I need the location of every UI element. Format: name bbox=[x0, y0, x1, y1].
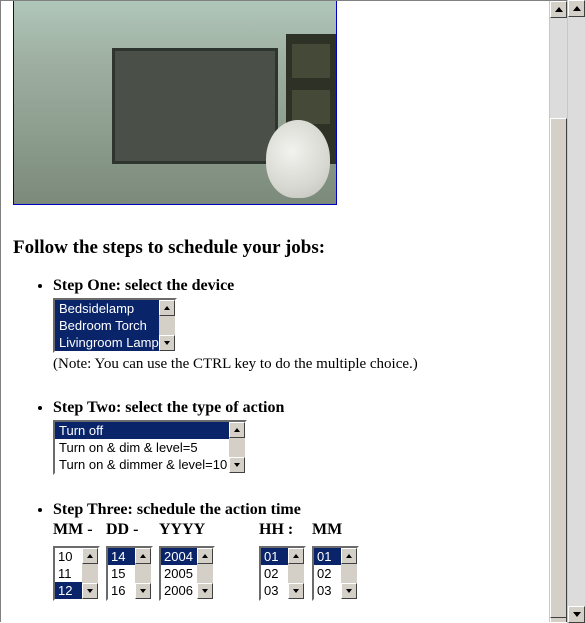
listbox-scrollbar[interactable] bbox=[341, 548, 357, 599]
month-option[interactable]: 11 bbox=[55, 565, 82, 582]
year-header: YYYY bbox=[159, 521, 205, 539]
content-frame: Follow the steps to schedule your jobs: … bbox=[0, 0, 568, 622]
hour-select[interactable]: 01 02 03 bbox=[259, 546, 306, 601]
listbox-scrollbar[interactable] bbox=[159, 300, 175, 351]
scroll-up-icon[interactable] bbox=[197, 548, 213, 564]
scroll-up-icon[interactable] bbox=[288, 548, 304, 564]
hour-option[interactable]: 01 bbox=[261, 548, 288, 565]
action-listbox[interactable]: Turn off Turn on & dim & level=5 Turn on… bbox=[53, 420, 247, 475]
scroll-down-icon[interactable] bbox=[288, 583, 304, 599]
minute-select[interactable]: 01 02 03 bbox=[312, 546, 359, 601]
year-option[interactable]: 2004 bbox=[161, 548, 197, 565]
listbox-scrollbar[interactable] bbox=[82, 548, 98, 599]
step-three-label: Step Three: schedule the action time bbox=[53, 501, 301, 518]
day-select[interactable]: 14 15 16 bbox=[106, 546, 153, 601]
day-option[interactable]: 15 bbox=[108, 565, 135, 582]
month-option[interactable]: 12 bbox=[55, 582, 82, 599]
scroll-down-icon[interactable] bbox=[197, 583, 213, 599]
day-option[interactable]: 14 bbox=[108, 548, 135, 565]
hour-option[interactable]: 02 bbox=[261, 565, 288, 582]
listbox-scrollbar[interactable] bbox=[197, 548, 213, 599]
time-group: HH : 01 02 03 bbox=[259, 521, 359, 601]
step-three: Step Three: schedule the action time MM … bbox=[53, 501, 568, 601]
day-option[interactable]: 16 bbox=[108, 582, 135, 599]
day-header: DD - bbox=[106, 521, 138, 539]
scroll-up-icon[interactable] bbox=[159, 300, 175, 316]
minute-option[interactable]: 02 bbox=[314, 565, 341, 582]
scroll-down-icon[interactable] bbox=[229, 457, 245, 473]
scroll-up-icon[interactable] bbox=[550, 1, 567, 18]
listbox-scrollbar[interactable] bbox=[229, 422, 245, 473]
hour-option[interactable]: 03 bbox=[261, 582, 288, 599]
listbox-scrollbar[interactable] bbox=[135, 548, 151, 599]
scroll-up-icon[interactable] bbox=[568, 0, 585, 17]
step-two-label: Step Two: select the type of action bbox=[53, 399, 284, 416]
month-header: MM - bbox=[53, 521, 93, 539]
webcam-image bbox=[13, 0, 337, 205]
scroll-down-icon[interactable] bbox=[135, 583, 151, 599]
device-option[interactable]: Bedsidelamp bbox=[55, 300, 159, 317]
scroll-up-icon[interactable] bbox=[135, 548, 151, 564]
minute-header: MM bbox=[312, 521, 342, 539]
scroll-thumb[interactable] bbox=[550, 118, 567, 618]
step-two: Step Two: select the type of action Turn… bbox=[53, 399, 568, 475]
minute-option[interactable]: 03 bbox=[314, 582, 341, 599]
scroll-up-icon[interactable] bbox=[82, 548, 98, 564]
step-one-label: Step One: select the device bbox=[53, 277, 234, 294]
year-option[interactable]: 2005 bbox=[161, 565, 197, 582]
action-option[interactable]: Turn off bbox=[55, 422, 229, 439]
inner-scrollbar[interactable] bbox=[549, 1, 567, 622]
outer-scrollbar[interactable] bbox=[567, 0, 585, 623]
action-option[interactable]: Turn on & dim & level=5 bbox=[55, 439, 229, 456]
scroll-down-icon[interactable] bbox=[341, 583, 357, 599]
page-heading: Follow the steps to schedule your jobs: bbox=[13, 237, 568, 259]
device-option[interactable]: Bedroom Torch bbox=[55, 317, 159, 334]
scroll-up-icon[interactable] bbox=[229, 422, 245, 438]
year-select[interactable]: 2004 2005 2006 bbox=[159, 546, 215, 601]
scroll-down-icon[interactable] bbox=[82, 583, 98, 599]
step-one-note: (Note: You can use the CTRL key to do th… bbox=[53, 356, 568, 373]
date-group: MM - 10 11 12 bbox=[53, 521, 215, 601]
step-one: Step One: select the device Bedsidelamp … bbox=[53, 277, 568, 373]
app-window: Follow the steps to schedule your jobs: … bbox=[0, 0, 585, 623]
device-listbox[interactable]: Bedsidelamp Bedroom Torch Livingroom Lam… bbox=[53, 298, 177, 353]
year-option[interactable]: 2006 bbox=[161, 582, 197, 599]
hour-header: HH : bbox=[259, 521, 293, 539]
steps-list: Step One: select the device Bedsidelamp … bbox=[15, 277, 568, 601]
month-select[interactable]: 10 11 12 bbox=[53, 546, 100, 601]
device-option[interactable]: Livingroom Lamp bbox=[55, 334, 159, 351]
action-option[interactable]: Turn on & dimmer & level=10 bbox=[55, 456, 229, 473]
scroll-down-icon[interactable] bbox=[159, 335, 175, 351]
scroll-up-icon[interactable] bbox=[341, 548, 357, 564]
scroll-down-icon[interactable] bbox=[568, 606, 585, 623]
listbox-scrollbar[interactable] bbox=[288, 548, 304, 599]
minute-option[interactable]: 01 bbox=[314, 548, 341, 565]
month-option[interactable]: 10 bbox=[55, 548, 82, 565]
